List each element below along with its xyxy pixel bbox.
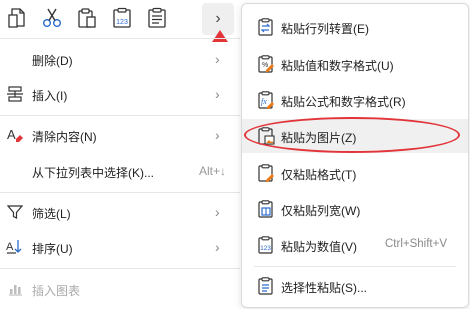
filter-icon	[6, 203, 24, 221]
svg-text:%: %	[262, 62, 268, 69]
paste-transpose-icon	[257, 18, 275, 36]
submenu-item-paste-values-number-format[interactable]: % 粘贴值和数字格式(U)	[242, 47, 468, 81]
highlight-ellipse-annotation	[244, 117, 460, 153]
insert-rows-icon	[6, 85, 24, 103]
menu-item-sort[interactable]: A 排序(U) ›	[0, 231, 240, 263]
paste-icon[interactable]	[6, 6, 30, 30]
pointer-arrow-annotation	[212, 30, 228, 42]
clipboard-icon[interactable]	[75, 6, 99, 30]
shortcut-hint: Alt+↓	[199, 164, 227, 178]
menu-item-clear-contents[interactable]: A 清除内容(N) ›	[0, 119, 240, 151]
svg-text:A: A	[6, 241, 14, 253]
menu-item-filter[interactable]: 筛选(L) ›	[0, 196, 240, 228]
paste-values-format-icon: %	[257, 55, 275, 73]
sort-icon: A	[6, 238, 24, 256]
paste-formulas-icon: fx	[257, 91, 275, 109]
submenu-item-paste-special[interactable]: 选择性粘贴(S)...	[242, 269, 468, 303]
eraser-icon: A	[6, 126, 24, 144]
shortcut-hint: Ctrl+Shift+V	[385, 238, 447, 250]
submenu-item-label: 粘贴行列转置(E)	[281, 22, 369, 36]
cut-icon[interactable]	[40, 6, 64, 30]
divider	[0, 268, 240, 269]
chevron-right-icon: ›	[215, 127, 220, 143]
context-menu: 123 › 删除(D) › 插入(I) › A 清除内容(N) › 从下拉列表中…	[0, 0, 240, 309]
menu-item-label: 从下拉列表中选择(K)...	[32, 166, 154, 180]
submenu-item-label: 仅粘贴列宽(W)	[281, 204, 361, 218]
menu-item-label: 删除(D)	[32, 54, 73, 68]
submenu-item-paste-transpose[interactable]: 粘贴行列转置(E)	[242, 10, 468, 44]
submenu-item-label: 粘贴值和数字格式(U)	[281, 59, 394, 73]
paste-values-123-icon: 123	[257, 236, 275, 254]
submenu-item-paste-formats-only[interactable]: 仅粘贴格式(T)	[242, 156, 468, 190]
paste-options-submenu: 粘贴行列转置(E) % 粘贴值和数字格式(U) fx 粘贴公式和数字格式(R) …	[241, 3, 469, 308]
submenu-item-label: 选择性粘贴(S)...	[281, 281, 367, 295]
submenu-item-label: 粘贴公式和数字格式(R)	[281, 95, 406, 109]
menu-item-label: 清除内容(N)	[32, 130, 97, 144]
quick-toolbar: 123 ›	[0, 0, 240, 36]
svg-text:123: 123	[116, 19, 128, 26]
menu-item-delete[interactable]: 删除(D) ›	[0, 43, 240, 75]
svg-text:123: 123	[260, 245, 271, 252]
submenu-item-paste-column-width[interactable]: 仅粘贴列宽(W)	[242, 192, 468, 226]
svg-text:A: A	[7, 127, 16, 142]
menu-item-label: 排序(U)	[32, 242, 73, 256]
menu-item-label: 插入图表	[32, 284, 81, 298]
menu-item-label: 筛选(L)	[32, 207, 71, 221]
svg-text:fx: fx	[261, 97, 267, 106]
more-chevron-icon: ›	[215, 10, 221, 27]
submenu-item-paste-formulas-number-format[interactable]: fx 粘贴公式和数字格式(R)	[242, 83, 468, 117]
chevron-right-icon: ›	[215, 239, 220, 255]
divider	[254, 266, 456, 267]
submenu-item-label: 仅粘贴格式(T)	[281, 168, 357, 182]
submenu-item-label: 粘贴为数值(V)	[281, 240, 357, 254]
menu-item-insert[interactable]: 插入(I) ›	[0, 78, 240, 110]
divider	[0, 115, 240, 116]
menu-item-label: 插入(I)	[32, 89, 68, 103]
menu-item-pick-from-list[interactable]: 从下拉列表中选择(K)... Alt+↓	[0, 155, 240, 187]
paste-values-icon[interactable]: 123	[110, 6, 134, 30]
paste-special-icon	[257, 277, 275, 295]
paste-formats-icon[interactable]	[145, 6, 169, 30]
chevron-right-icon: ›	[215, 86, 220, 102]
divider	[0, 38, 240, 39]
chevron-right-icon: ›	[215, 51, 220, 67]
divider	[0, 192, 240, 193]
chart-icon	[6, 280, 24, 298]
paste-format-brush-icon	[257, 164, 275, 182]
menu-item-insert-chart: 插入图表	[0, 273, 240, 305]
chevron-right-icon: ›	[215, 204, 220, 220]
paste-column-width-icon	[257, 200, 275, 218]
submenu-item-paste-as-values[interactable]: 123 粘贴为数值(V) Ctrl+Shift+V	[242, 228, 468, 262]
